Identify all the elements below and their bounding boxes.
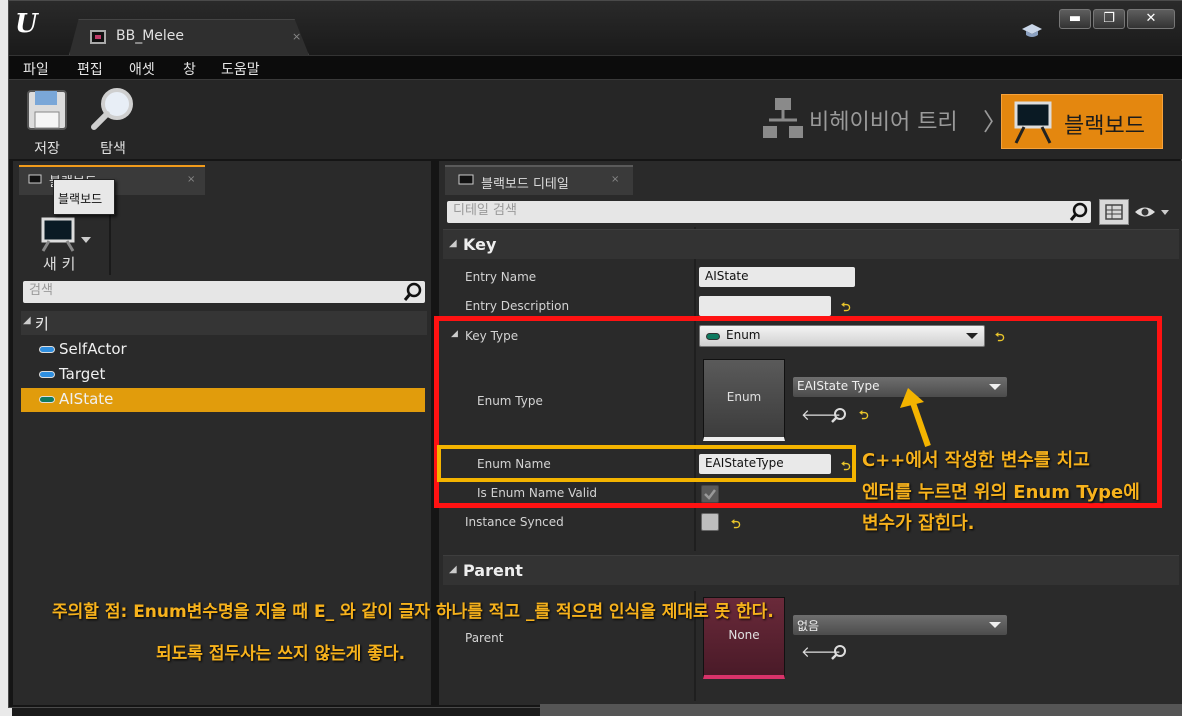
- menu-file[interactable]: 파일: [23, 59, 49, 79]
- magnifier-icon: [91, 88, 133, 130]
- annotation-arrow-icon: [900, 388, 931, 447]
- reset-to-default-icon[interactable]: ⮌: [731, 515, 741, 536]
- search-icon[interactable]: [1069, 202, 1089, 222]
- keys-category-label: 키: [35, 315, 49, 333]
- details-search-box: [447, 201, 1091, 223]
- blackboard-asset-icon: [90, 30, 106, 44]
- entry-description-field[interactable]: [699, 296, 831, 316]
- view-options-eye-icon[interactable]: [1133, 203, 1173, 221]
- key-category-label: Key: [463, 235, 497, 254]
- close-tab-icon[interactable]: ×: [292, 30, 301, 43]
- behavior-tree-icon: [763, 98, 803, 138]
- details-tab-label: 블랙보드 디테일: [481, 177, 569, 192]
- save-label: 저장: [34, 141, 60, 157]
- browse-button[interactable]: 탐색: [83, 86, 143, 157]
- document-tab[interactable]: BB_Melee ×: [69, 19, 309, 55]
- details-search-input[interactable]: [453, 203, 1053, 218]
- browse-label: 탐색: [100, 141, 126, 157]
- blackboard-icon: [1014, 101, 1052, 144]
- yellow-highlight-box: [437, 445, 856, 482]
- parent-dropdown[interactable]: 없음: [793, 615, 1007, 635]
- mode-behavior-tree[interactable]: 비헤이비어 트리: [809, 104, 958, 136]
- parent-thumbnail-label: None: [728, 628, 760, 642]
- minimize-button[interactable]: ▬: [1059, 9, 1091, 29]
- close-tab-icon[interactable]: ×: [611, 174, 619, 185]
- key-category-header[interactable]: ◢ Key: [443, 229, 1179, 259]
- collapse-triangle-icon: ◢: [449, 564, 457, 575]
- grid-icon: [1105, 204, 1123, 220]
- instance-synced-checkbox[interactable]: [701, 513, 719, 531]
- menu-asset[interactable]: 애셋: [129, 59, 155, 79]
- key-search-box: [23, 281, 425, 303]
- enum-key-icon: [39, 396, 55, 403]
- new-key-button[interactable]: 새 키: [27, 211, 107, 275]
- annotation-warning-line1: 주의할 점: Enum변수명을 지을 때 E_ 와 같이 글자 하나를 적고 _…: [52, 602, 774, 622]
- mode-blackboard-label: 블랙보드: [1064, 114, 1145, 139]
- object-key-icon: [39, 346, 55, 353]
- floppy-disk-icon: [27, 90, 67, 130]
- parent-category-label: Parent: [463, 561, 523, 580]
- menu-window[interactable]: 창: [183, 59, 196, 79]
- annotation-note-line2: 엔터를 누르면 위의 Enum Type에: [862, 482, 1140, 503]
- maximize-button[interactable]: ❐: [1093, 9, 1125, 29]
- details-tab[interactable]: 블랙보드 디테일 ×: [445, 165, 633, 195]
- blackboard-panel: 블랙보드 × 새 키 블랙보드 ◢ 키 SelfA: [13, 161, 431, 705]
- key-row-target[interactable]: Target: [21, 363, 425, 387]
- key-search-input[interactable]: [29, 283, 389, 298]
- key-row-aistate[interactable]: AIState: [21, 388, 425, 412]
- property-matrix-button[interactable]: [1099, 199, 1129, 225]
- menu-help[interactable]: 도움말: [221, 59, 260, 79]
- key-name: AIState: [59, 390, 114, 408]
- browse-search-icon[interactable]: [831, 644, 847, 660]
- close-tab-icon[interactable]: ×: [187, 174, 195, 185]
- close-window-button[interactable]: ✕: [1127, 9, 1175, 29]
- toolbar-separator: [109, 211, 111, 275]
- parent-value: 없음: [797, 619, 820, 633]
- tooltip: 블랙보드: [53, 179, 115, 215]
- entry-description-label: Entry Description: [465, 299, 570, 313]
- object-key-icon: [39, 371, 55, 378]
- mode-blackboard-button[interactable]: 블랙보드: [1001, 94, 1163, 149]
- unreal-logo-icon: U: [15, 9, 38, 39]
- annotation-note-line3: 변수가 잡힌다.: [862, 513, 975, 534]
- blackboard-tab-icon: [28, 174, 42, 184]
- new-key-icon: [41, 217, 91, 252]
- parent-category-header[interactable]: ◢ Parent: [443, 555, 1179, 585]
- key-row-selfactor[interactable]: SelfActor: [21, 338, 425, 362]
- save-button[interactable]: 저장: [17, 86, 77, 157]
- parent-label: Parent: [465, 631, 504, 645]
- toolbar: 저장 탐색 비헤이비어 트리 〉 블랙보드: [9, 79, 1182, 159]
- menu-bar: 파일 편집 애셋 창 도움말: [9, 55, 1182, 79]
- document-tab-label: BB_Melee: [116, 28, 185, 44]
- annotation-warning-line2: 되도록 접두사는 쓰지 않는게 좋다.: [156, 644, 406, 664]
- title-bar: U BB_Melee × ▬ ❐ ✕: [9, 1, 1182, 55]
- details-tab-icon: [458, 174, 474, 185]
- keys-category-header[interactable]: ◢ 키: [21, 311, 427, 335]
- dropdown-caret-icon: [989, 622, 1001, 628]
- entry-name-field[interactable]: AIState: [699, 267, 855, 287]
- new-key-label: 새 키: [43, 255, 76, 273]
- annotation-note-line1: C++에서 작성한 변수를 치고: [862, 450, 1090, 471]
- instance-synced-label: Instance Synced: [465, 515, 564, 529]
- menu-edit[interactable]: 편집: [77, 59, 103, 79]
- collapse-triangle-icon: ◢: [449, 238, 457, 249]
- graduation-cap-icon[interactable]: [1021, 23, 1043, 39]
- search-icon[interactable]: [403, 282, 423, 302]
- key-name: Target: [59, 365, 106, 383]
- key-name: SelfActor: [59, 340, 127, 358]
- entry-name-label: Entry Name: [465, 270, 537, 284]
- desktop-background-strip: [540, 704, 1182, 716]
- collapse-triangle-icon: ◢: [23, 315, 31, 326]
